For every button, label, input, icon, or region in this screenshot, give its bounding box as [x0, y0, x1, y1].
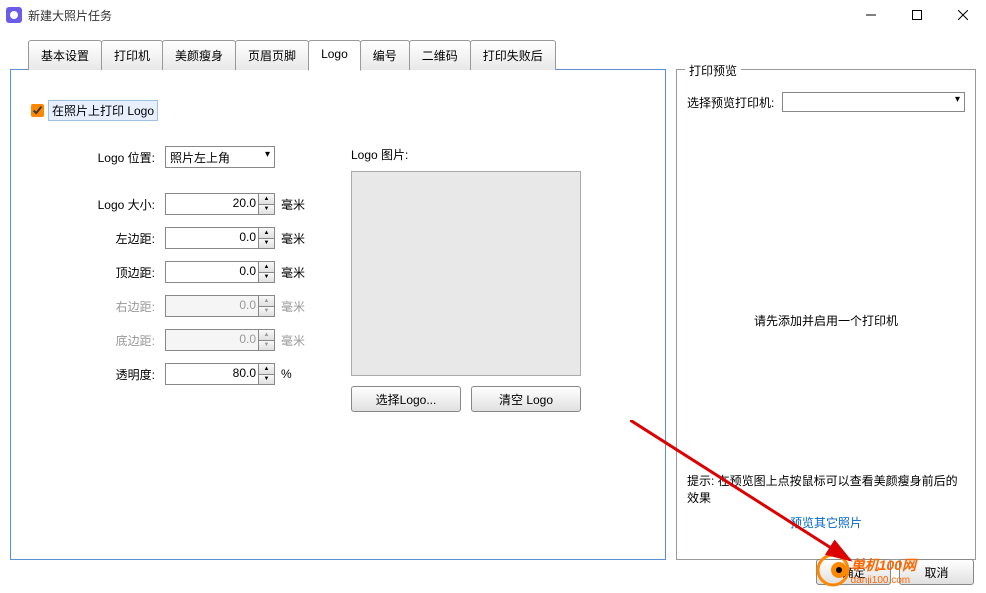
preview-printer-label: 选择预览打印机:	[687, 94, 774, 111]
app-icon	[6, 7, 22, 23]
margin-bottom-label: 底边距:	[85, 332, 155, 349]
preview-printer-combo[interactable]	[782, 92, 965, 112]
minimize-button[interactable]	[848, 0, 894, 30]
size-label: Logo 大小:	[85, 196, 155, 213]
logo-settings-panel: 在照片上打印 Logo Logo 位置: 照片左上角 Logo 大小: 20.0…	[10, 69, 666, 560]
close-button[interactable]	[940, 0, 986, 30]
maximize-button[interactable]	[894, 0, 940, 30]
tab-header-footer[interactable]: 页眉页脚	[235, 40, 309, 70]
margin-top-spinner[interactable]: 0.0 ▲▼	[165, 261, 275, 283]
size-spinner[interactable]: 20.0 ▲▼	[165, 193, 275, 215]
titlebar: 新建大照片任务	[0, 0, 986, 30]
preview-tip: 提示: 在预览图上点按鼠标可以查看美颜瘦身前后的效果	[687, 474, 958, 505]
margin-top-label: 顶边距:	[85, 264, 155, 281]
tab-basic[interactable]: 基本设置	[28, 40, 102, 70]
select-logo-button[interactable]: 选择Logo...	[351, 386, 461, 412]
position-combo[interactable]: 照片左上角	[165, 146, 275, 168]
tab-number[interactable]: 编号	[360, 40, 410, 70]
tab-beauty[interactable]: 美颜瘦身	[162, 40, 236, 70]
tab-logo[interactable]: Logo	[308, 40, 361, 71]
position-label: Logo 位置:	[85, 149, 155, 166]
margin-right-label: 右边距:	[85, 298, 155, 315]
margin-right-spinner: 0.0 ▲▼	[165, 295, 275, 317]
logo-image-label: Logo 图片:	[351, 146, 581, 163]
spinner-up-icon[interactable]: ▲	[258, 194, 274, 205]
preview-other-link[interactable]: 预览其它照片	[790, 516, 862, 530]
logo-preview-area	[351, 171, 581, 376]
clear-logo-button[interactable]: 清空 Logo	[471, 386, 581, 412]
ok-button[interactable]: 确定	[816, 559, 891, 585]
margin-left-label: 左边距:	[85, 230, 155, 247]
print-preview-panel: 打印预览 选择预览打印机: 请先添加并启用一个打印机 提示: 在预览图上点按鼠标…	[676, 69, 976, 560]
print-logo-label[interactable]: 在照片上打印 Logo	[48, 100, 158, 121]
print-logo-checkbox[interactable]	[31, 104, 44, 117]
preview-placeholder: 请先添加并启用一个打印机	[687, 312, 965, 329]
tab-qrcode[interactable]: 二维码	[409, 40, 471, 70]
window-title: 新建大照片任务	[28, 7, 848, 24]
opacity-spinner[interactable]: 80.0 ▲▼	[165, 363, 275, 385]
cancel-button[interactable]: 取消	[899, 559, 974, 585]
opacity-label: 透明度:	[85, 366, 155, 383]
margin-bottom-spinner: 0.0 ▲▼	[165, 329, 275, 351]
size-unit: 毫米	[281, 196, 311, 213]
tab-failure[interactable]: 打印失败后	[470, 40, 556, 70]
margin-left-spinner[interactable]: 0.0 ▲▼	[165, 227, 275, 249]
tab-printer[interactable]: 打印机	[101, 40, 163, 70]
tab-bar: 基本设置 打印机 美颜瘦身 页眉页脚 Logo 编号 二维码 打印失败后	[28, 40, 986, 70]
spinner-down-icon[interactable]: ▼	[258, 205, 274, 215]
